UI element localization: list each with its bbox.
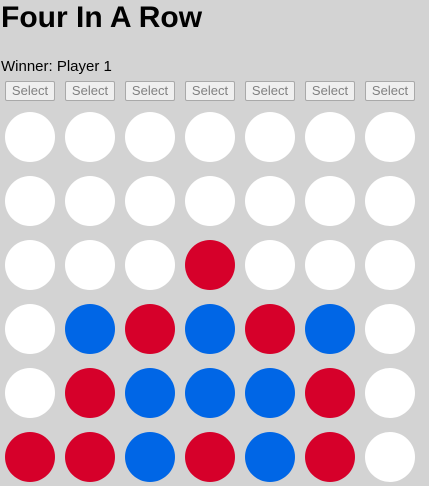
board-cell-r3-c4 bbox=[185, 240, 235, 290]
board-cell-r4-c3 bbox=[125, 304, 175, 354]
board-cell-r6-c4 bbox=[185, 432, 235, 482]
board-cell-r1-c3 bbox=[125, 112, 175, 162]
board-cell-r6-c6 bbox=[305, 432, 355, 482]
board-cell-r3-c6 bbox=[305, 240, 355, 290]
board-cell-r2-c6 bbox=[305, 176, 355, 226]
board-cell-r6-c2 bbox=[65, 432, 115, 482]
board-cell-r4-c4 bbox=[185, 304, 235, 354]
board-cell-r2-c5 bbox=[245, 176, 295, 226]
board-cell-r5-c3 bbox=[125, 368, 175, 418]
board-cell-r1-c2 bbox=[65, 112, 115, 162]
board-cell-r6-c5 bbox=[245, 432, 295, 482]
board-cell-r3-c2 bbox=[65, 240, 115, 290]
board-cell-r3-c7 bbox=[365, 240, 415, 290]
board-cell-r5-c4 bbox=[185, 368, 235, 418]
board-cell-r1-c7 bbox=[365, 112, 415, 162]
board-cell-r2-c7 bbox=[365, 176, 415, 226]
board-cell-r4-c7 bbox=[365, 304, 415, 354]
board-cell-r1-c1 bbox=[5, 112, 55, 162]
board-cell-r6-c7 bbox=[365, 432, 415, 482]
board-cell-r6-c1 bbox=[5, 432, 55, 482]
board-cell-r2-c2 bbox=[65, 176, 115, 226]
board-cell-r4-c1 bbox=[5, 304, 55, 354]
board-cell-r4-c5 bbox=[245, 304, 295, 354]
column-select-buttons: Select Select Select Select Select Select Sele… bbox=[5, 81, 429, 101]
board-cell-r3-c1 bbox=[5, 240, 55, 290]
four-in-a-row-page: Four In A Row Winner: Player 1 Select Sel… bbox=[0, 0, 429, 486]
select-column-2-button[interactable]: Select bbox=[65, 81, 115, 101]
board-cell-r4-c6 bbox=[305, 304, 355, 354]
board-cell-r5-c2 bbox=[65, 368, 115, 418]
board-cell-r1-c6 bbox=[305, 112, 355, 162]
board-cell-r5-c5 bbox=[245, 368, 295, 418]
board-cell-r5-c6 bbox=[305, 368, 355, 418]
board-cell-r2-c1 bbox=[5, 176, 55, 226]
board-cell-r3-c5 bbox=[245, 240, 295, 290]
board-cell-r4-c2 bbox=[65, 304, 115, 354]
game-board bbox=[5, 112, 425, 486]
board-cell-r2-c4 bbox=[185, 176, 235, 226]
select-column-3-button[interactable]: Select bbox=[125, 81, 175, 101]
select-column-7-button[interactable]: Select bbox=[365, 81, 415, 101]
board-cell-r1-c5 bbox=[245, 112, 295, 162]
game-title: Four In A Row bbox=[1, 1, 203, 34]
game-status: Winner: Player 1 bbox=[1, 58, 112, 75]
board-cell-r1-c4 bbox=[185, 112, 235, 162]
select-column-5-button[interactable]: Select bbox=[245, 81, 295, 101]
select-column-1-button[interactable]: Select bbox=[5, 81, 55, 101]
board-cell-r3-c3 bbox=[125, 240, 175, 290]
board-cell-r5-c1 bbox=[5, 368, 55, 418]
board-cell-r5-c7 bbox=[365, 368, 415, 418]
board-cell-r2-c3 bbox=[125, 176, 175, 226]
select-column-6-button[interactable]: Select bbox=[305, 81, 355, 101]
select-column-4-button[interactable]: Select bbox=[185, 81, 235, 101]
board-cell-r6-c3 bbox=[125, 432, 175, 482]
